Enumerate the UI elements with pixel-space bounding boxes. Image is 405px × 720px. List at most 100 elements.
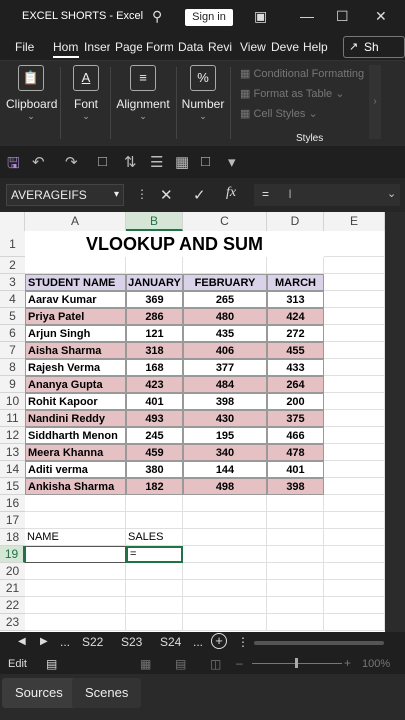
sheet-tab-s22[interactable]: S22	[82, 635, 103, 649]
row-header[interactable]: 6	[0, 325, 25, 342]
format-as-table-button[interactable]: ▦ Format as Table ⌄	[240, 87, 344, 100]
table-header-cell[interactable]: STUDENT NAME	[25, 274, 126, 291]
grid-cell[interactable]	[183, 563, 267, 580]
grid-cell[interactable]	[25, 597, 126, 614]
grid-cell[interactable]	[324, 563, 385, 580]
scroll-right-icon[interactable]: ▶	[40, 636, 48, 647]
sort-icon[interactable]: ⇅	[124, 153, 137, 171]
row-header[interactable]: 9	[0, 376, 25, 393]
row-header[interactable]: 3	[0, 274, 25, 291]
table-cell[interactable]: 340	[183, 444, 267, 461]
grid-cell[interactable]	[126, 257, 183, 274]
grid-cell[interactable]	[267, 546, 324, 563]
grid-cell[interactable]	[324, 512, 385, 529]
grid-cell[interactable]	[183, 495, 267, 512]
grid-cell[interactable]	[267, 512, 324, 529]
grid-icon[interactable]: ▦	[175, 153, 189, 171]
sheet-tab-s24[interactable]: S24	[160, 635, 181, 649]
row-header[interactable]: 18	[0, 529, 25, 546]
grid-cell[interactable]	[267, 597, 324, 614]
table-cell[interactable]: 380	[126, 461, 183, 478]
row-header[interactable]: 23	[0, 614, 25, 631]
row-header[interactable]: 19	[0, 546, 25, 563]
row-header[interactable]: 16	[0, 495, 25, 512]
worksheet-grid[interactable]: A B C D E 1 2 3 4 5 6 7 8 9 10 11 12 13 14 15 16 17 18 19 2…	[0, 212, 385, 632]
ribbon-scroll-right-icon[interactable]: ›	[369, 65, 381, 139]
grid-cell[interactable]	[183, 257, 267, 274]
grid-cell[interactable]	[267, 257, 324, 274]
customize-toolbar-icon[interactable]: ▾	[228, 153, 236, 171]
grid-cell[interactable]	[324, 231, 385, 257]
more-sheets-left[interactable]: ...	[60, 635, 70, 649]
table-cell[interactable]: 375	[267, 410, 324, 427]
sign-in-button[interactable]: Sign in	[185, 9, 233, 26]
scroll-left-icon[interactable]: ◀	[18, 636, 26, 647]
sheet-title[interactable]: VLOOKUP AND SUM	[25, 231, 324, 257]
grid-cell[interactable]	[126, 512, 183, 529]
grid-cell[interactable]	[324, 427, 385, 444]
table-cell[interactable]: 195	[183, 427, 267, 444]
maximize-icon[interactable]: ☐	[336, 8, 349, 25]
tab-developer[interactable]: Deve	[271, 40, 299, 54]
row-header[interactable]: 2	[0, 257, 25, 274]
row-header[interactable]: 7	[0, 342, 25, 359]
clipboard-group[interactable]: 📋 Clipboard ⌄	[6, 65, 57, 122]
search-icon[interactable]: ⚲	[152, 8, 162, 25]
cancel-icon[interactable]: ✕	[160, 186, 173, 204]
grid-cell[interactable]	[324, 291, 385, 308]
grid-cell[interactable]	[324, 325, 385, 342]
grid-cell[interactable]	[324, 495, 385, 512]
table-cell[interactable]: 424	[267, 308, 324, 325]
horizontal-scrollbar[interactable]	[254, 641, 384, 645]
conditional-formatting-button[interactable]: ▦ Conditional Formatting	[240, 67, 364, 80]
table-cell[interactable]: Meera Khanna	[25, 444, 126, 461]
grid-cell[interactable]	[267, 614, 324, 631]
grid-cell[interactable]	[183, 512, 267, 529]
table-cell[interactable]: 455	[267, 342, 324, 359]
grid-cell[interactable]	[267, 580, 324, 597]
table-cell[interactable]: 121	[126, 325, 183, 342]
grid-cell[interactable]	[324, 546, 385, 563]
tab-file[interactable]: File	[15, 40, 37, 54]
table-cell[interactable]: Ananya Gupta	[25, 376, 126, 393]
grid-cell[interactable]	[183, 614, 267, 631]
table-cell[interactable]: 480	[183, 308, 267, 325]
table-cell[interactable]: 265	[183, 291, 267, 308]
grid-cell[interactable]	[324, 308, 385, 325]
active-cell[interactable]: =	[126, 546, 183, 563]
vertical-scrollbar[interactable]	[385, 212, 405, 632]
grid-cell[interactable]	[25, 563, 126, 580]
grid-cell[interactable]	[324, 359, 385, 376]
tab-sources[interactable]: Sources	[2, 678, 76, 708]
number-group[interactable]: % Number ⌄	[180, 65, 226, 122]
table-cell[interactable]: 168	[126, 359, 183, 376]
row-header[interactable]: 8	[0, 359, 25, 376]
tab-help[interactable]: Help	[303, 40, 331, 54]
list-icon[interactable]: ☰	[150, 153, 163, 171]
column-header-a[interactable]: A	[25, 212, 126, 231]
table-cell[interactable]: 493	[126, 410, 183, 427]
note-icon[interactable]: □	[201, 153, 210, 170]
grid-cell[interactable]	[324, 529, 385, 546]
table-cell[interactable]: Aditi verma	[25, 461, 126, 478]
comment-icon[interactable]: □	[98, 153, 107, 170]
grid-cell[interactable]	[126, 580, 183, 597]
row-header[interactable]: 13	[0, 444, 25, 461]
tab-view[interactable]: View	[240, 40, 268, 54]
table-cell[interactable]: 459	[126, 444, 183, 461]
grid-cell[interactable]	[25, 495, 126, 512]
table-cell[interactable]: 498	[183, 478, 267, 495]
share-button[interactable]: ↗ Sh	[343, 36, 405, 58]
table-cell[interactable]: Rohit Kapoor	[25, 393, 126, 410]
grid-cell[interactable]	[324, 393, 385, 410]
table-cell[interactable]: 200	[267, 393, 324, 410]
column-header-d[interactable]: D	[267, 212, 324, 231]
table-cell[interactable]: 466	[267, 427, 324, 444]
grid-cell[interactable]	[324, 444, 385, 461]
table-header-cell[interactable]: JANUARY	[126, 274, 183, 291]
sheet-options-icon[interactable]: ⋮	[237, 635, 249, 649]
column-header-b[interactable]: B	[126, 212, 183, 231]
alignment-group[interactable]: ≡ Alignment ⌄	[114, 65, 172, 122]
redo-icon[interactable]: ↷	[65, 153, 78, 171]
table-header-cell[interactable]: MARCH	[267, 274, 324, 291]
